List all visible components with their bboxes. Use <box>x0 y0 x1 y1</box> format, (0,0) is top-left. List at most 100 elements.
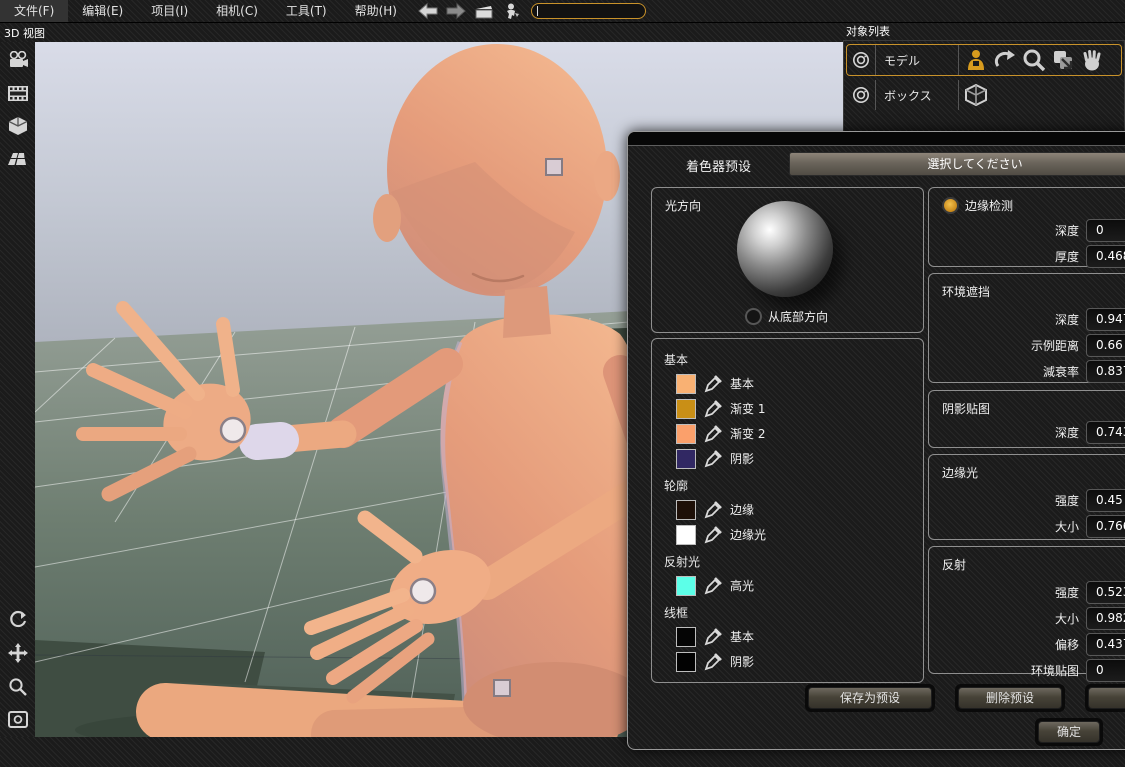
reflection-panel: 反射 强度 0.523 大小 0.982 偏移 0.437 环境贴图 0 <box>928 546 1125 674</box>
sample-distance-field[interactable]: 0.66 <box>1086 334 1125 357</box>
back-arrow-icon[interactable] <box>417 2 439 20</box>
thickness-field[interactable]: 0.468 <box>1086 245 1125 268</box>
color-label: 渐变 2 <box>730 425 765 442</box>
forward-arrow-icon[interactable] <box>445 2 467 20</box>
eyedropper-icon[interactable] <box>703 627 723 647</box>
light-from-bottom-radio[interactable] <box>745 308 762 325</box>
field-row: 大小 0.766 <box>929 514 1125 539</box>
frame-view-icon[interactable] <box>5 707 31 731</box>
color-swatch[interactable] <box>676 424 696 444</box>
clapperboard-icon[interactable] <box>473 2 495 20</box>
environment-map-field[interactable]: 0 <box>1086 659 1125 682</box>
eyedropper-icon[interactable] <box>703 399 723 419</box>
eyedropper-icon[interactable] <box>703 576 723 596</box>
cube-icon[interactable] <box>5 114 31 138</box>
zoom-tool-icon[interactable] <box>1021 47 1047 73</box>
color-row: 边缘 <box>676 497 923 522</box>
quick-search-input[interactable] <box>531 3 646 19</box>
select-model-icon[interactable] <box>963 47 989 73</box>
field-row: 深度 0.947 <box>929 307 1125 332</box>
save-preset-button[interactable]: 保存为预设 <box>808 687 932 709</box>
dialog-titlebar[interactable] <box>628 132 1125 146</box>
ground-tiles-icon[interactable] <box>5 147 31 171</box>
eyedropper-icon[interactable] <box>703 525 723 545</box>
color-group-label: 基本 <box>664 351 923 368</box>
ok-button[interactable]: 确定 <box>1038 721 1100 743</box>
menu-edit[interactable]: 编辑(E) <box>68 0 137 22</box>
color-swatch[interactable] <box>676 399 696 419</box>
object-row-box[interactable]: ボックス <box>846 79 1122 111</box>
menu-file[interactable]: 文件(F) <box>0 0 68 22</box>
field-row: 强度 0.523 <box>929 580 1125 605</box>
settings-button-partial[interactable]: 设 <box>1088 687 1125 709</box>
visibility-toggle-icon[interactable] <box>847 45 876 75</box>
field-label: 示例距离 <box>929 337 1079 354</box>
depth-field[interactable]: 0 <box>1086 219 1125 242</box>
field-row: 示例距离 0.66 <box>929 333 1125 358</box>
shader-preset-dialog: 着色器预设 選択してください 光方向 从底部方向 基本 基本 <box>627 131 1125 750</box>
right-wrist-handle[interactable] <box>411 579 435 603</box>
size-field[interactable]: 0.982 <box>1086 607 1125 630</box>
eyedropper-icon[interactable] <box>703 500 723 520</box>
dialog-title: 着色器预设 <box>686 156 751 175</box>
field-row: 深度 0 <box>929 218 1125 243</box>
depth-field[interactable]: 0.743 <box>1086 421 1125 444</box>
rotate-tool-icon[interactable] <box>992 47 1018 73</box>
color-group-label: 反射光 <box>664 553 923 570</box>
color-swatch[interactable] <box>676 627 696 647</box>
color-swatch[interactable] <box>676 576 696 596</box>
depth-field[interactable]: 0.947 <box>1086 308 1125 331</box>
movie-camera-icon[interactable] <box>5 48 31 72</box>
offset-field[interactable]: 0.437 <box>1086 633 1125 656</box>
reflection-title: 反射 <box>929 547 1125 573</box>
left-wrist-handle[interactable] <box>221 418 245 442</box>
hip-square-handle[interactable] <box>494 680 510 696</box>
move-tool-icon[interactable] <box>1050 47 1076 73</box>
edge-detect-radio[interactable] <box>942 197 959 214</box>
eyedropper-icon[interactable] <box>703 449 723 469</box>
menu-help[interactable]: 帮助(H) <box>341 0 411 22</box>
field-label: 深度 <box>929 424 1079 441</box>
box-object-icon[interactable] <box>963 82 989 108</box>
field-label: 深度 <box>929 311 1079 328</box>
menu-tools[interactable]: 工具(T) <box>272 0 341 22</box>
pose-person-icon[interactable] <box>501 2 523 20</box>
color-swatch[interactable] <box>676 500 696 520</box>
zoom-icon[interactable] <box>5 674 31 698</box>
menu-project[interactable]: 项目(I) <box>137 0 202 22</box>
head-square-handle[interactable] <box>546 159 562 175</box>
intensity-field[interactable]: 0.523 <box>1086 581 1125 604</box>
eyedropper-icon[interactable] <box>703 424 723 444</box>
size-field[interactable]: 0.766 <box>1086 515 1125 538</box>
color-label: 阴影 <box>730 653 754 670</box>
pan-move-icon[interactable] <box>5 641 31 665</box>
color-swatch[interactable] <box>676 449 696 469</box>
viewport-left-toolbar <box>0 42 35 737</box>
eyedropper-icon[interactable] <box>703 652 723 672</box>
light-direction-panel: 光方向 从底部方向 <box>651 187 924 333</box>
eyedropper-icon[interactable] <box>703 374 723 394</box>
color-swatch[interactable] <box>676 374 696 394</box>
color-swatch[interactable] <box>676 652 696 672</box>
shadow-map-panel: 阴影贴图 深度 0.743 <box>928 390 1125 448</box>
pan-hand-icon[interactable] <box>1079 47 1105 73</box>
attenuation-field[interactable]: 0.837 <box>1086 360 1125 383</box>
color-label: 渐变 1 <box>730 400 765 417</box>
orbit-rotate-icon[interactable] <box>5 608 31 632</box>
intensity-field[interactable]: 0.45 <box>1086 489 1125 512</box>
menu-camera[interactable]: 相机(C) <box>202 0 272 22</box>
field-label: 厚度 <box>929 248 1079 265</box>
object-row-model[interactable]: モデル <box>846 44 1122 76</box>
preset-select-dropdown[interactable]: 選択してください <box>789 152 1125 176</box>
field-label: 大小 <box>929 610 1079 627</box>
delete-preset-button[interactable]: 删除预设 <box>958 687 1062 709</box>
color-group-label: 线框 <box>664 604 923 621</box>
light-direction-sphere[interactable] <box>737 201 833 297</box>
filmstrip-icon[interactable] <box>5 81 31 105</box>
color-row: 基本 <box>676 624 923 649</box>
color-label: 高光 <box>730 577 754 594</box>
color-row: 基本 <box>676 371 923 396</box>
color-label: 基本 <box>730 628 754 645</box>
visibility-toggle-icon[interactable] <box>847 80 876 110</box>
color-swatch[interactable] <box>676 525 696 545</box>
